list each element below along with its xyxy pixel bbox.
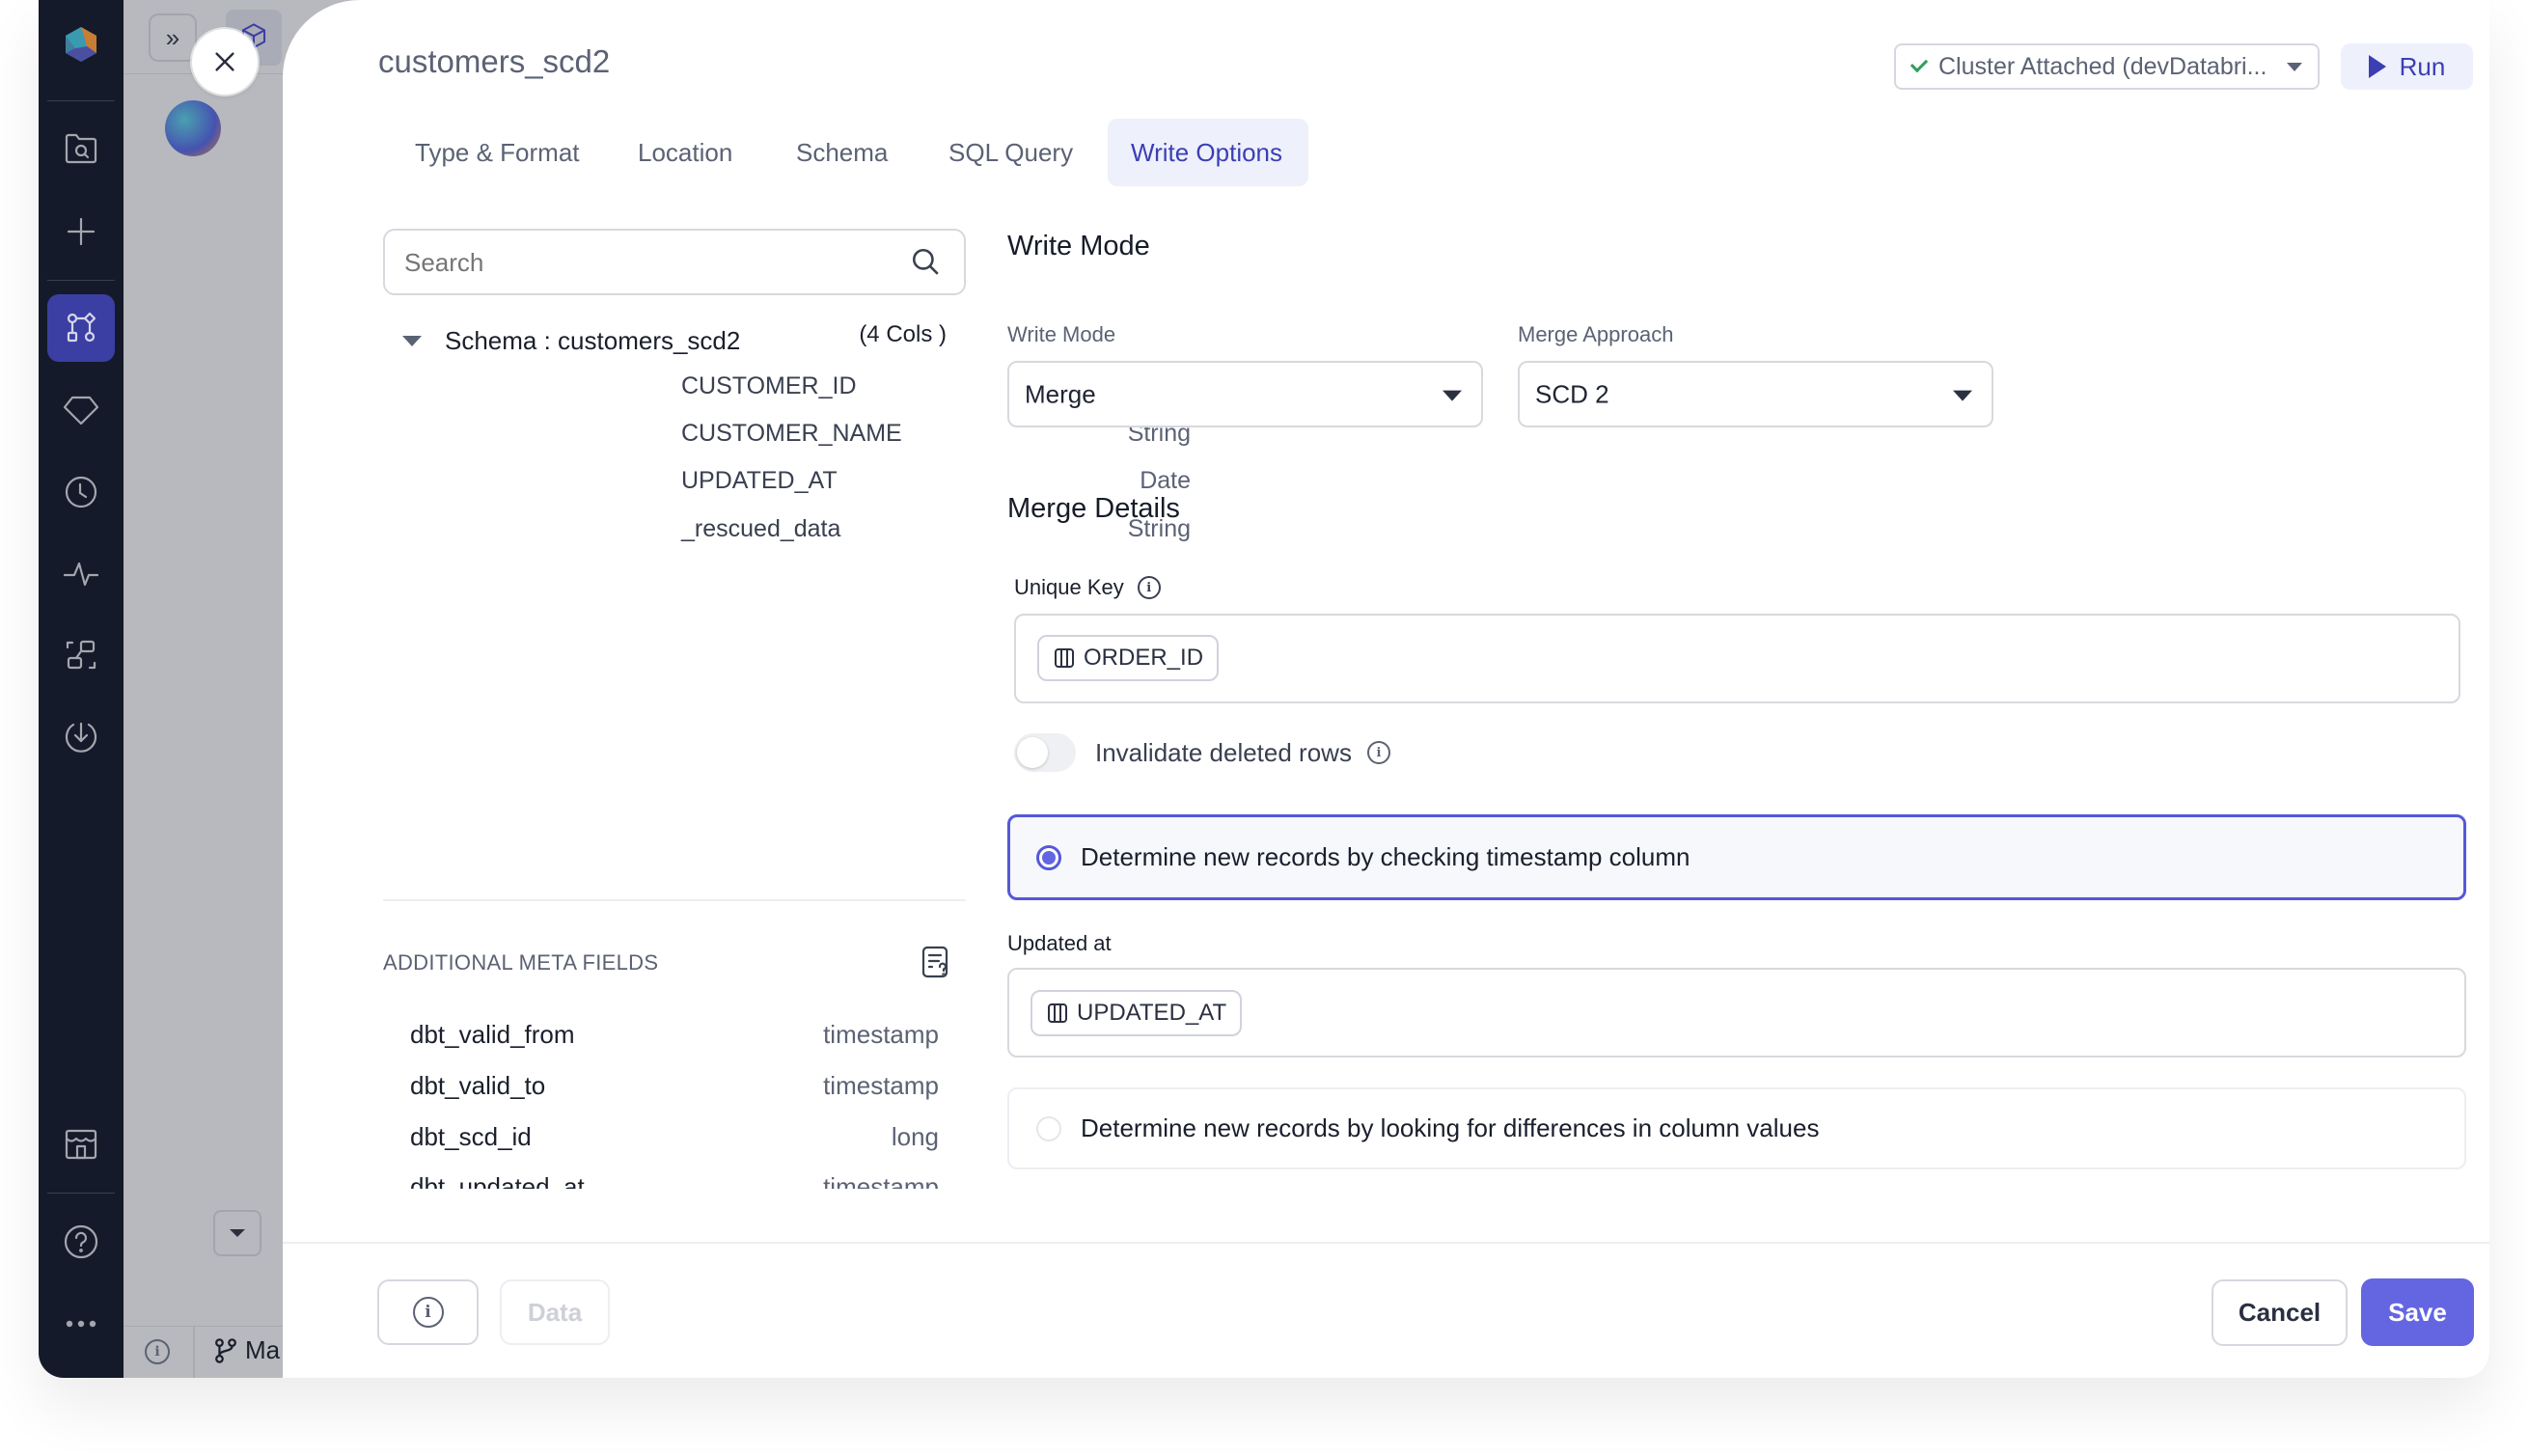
radio-unselected[interactable] xyxy=(1036,1115,1061,1141)
folder-search-icon[interactable] xyxy=(58,125,104,172)
info-icon[interactable]: i xyxy=(1137,576,1161,599)
schema-title: Schema : customers_scd2 xyxy=(445,325,741,355)
run-button[interactable]: Run xyxy=(2341,43,2473,90)
schema-header[interactable]: Schema : customers_scd2 (4 Cols ) xyxy=(402,321,962,360)
column-icon xyxy=(1055,648,1074,668)
gem-icon[interactable] xyxy=(58,386,104,432)
unique-key-input[interactable]: ORDER_ID xyxy=(1014,614,2460,703)
meta-field-row[interactable]: dbt_updated_at timestamp xyxy=(410,1168,939,1190)
store-icon[interactable] xyxy=(58,1121,104,1168)
project-avatar[interactable] xyxy=(165,100,221,156)
schema-col-count: (4 Cols ) xyxy=(859,321,947,347)
plus-icon[interactable] xyxy=(58,208,104,255)
data-button[interactable]: Data xyxy=(500,1279,610,1345)
panel-divider xyxy=(383,899,966,901)
unique-key-label-row: Unique Key i xyxy=(1014,575,1161,600)
column-chip[interactable]: ORDER_ID xyxy=(1037,635,1220,681)
tab-type-format[interactable]: Type & Format xyxy=(392,119,603,186)
invalidate-deleted-rows-toggle[interactable] xyxy=(1014,733,1076,772)
cluster-dropdown[interactable]: Cluster Attached (devDatabri... xyxy=(1894,43,2320,90)
search-input[interactable] xyxy=(383,229,966,295)
modal-title: customers_scd2 xyxy=(378,43,611,79)
branch-label: Ma xyxy=(245,1335,281,1364)
branch-selector[interactable]: Ma xyxy=(212,1335,280,1365)
cancel-button[interactable]: Cancel xyxy=(2212,1279,2348,1346)
meta-field-row[interactable]: dbt_scd_id long xyxy=(410,1117,939,1156)
column-chip[interactable]: UPDATED_AT xyxy=(1030,990,1243,1036)
write-mode-select[interactable]: Merge xyxy=(1007,361,1483,427)
close-icon xyxy=(215,52,234,71)
pulse-icon[interactable] xyxy=(58,550,104,596)
info-button[interactable]: i xyxy=(377,1279,479,1345)
more-dots-icon[interactable] xyxy=(58,1301,104,1347)
info-icon: i xyxy=(412,1297,444,1328)
meta-field-row[interactable]: dbt_valid_to timestamp xyxy=(410,1066,939,1105)
updated-at-input[interactable]: UPDATED_AT xyxy=(1007,968,2466,1058)
pipeline-graph-icon[interactable] xyxy=(47,294,115,362)
meta-field-row[interactable]: dbt_valid_from timestamp xyxy=(410,1015,939,1054)
chevron-down-icon xyxy=(1953,390,1972,401)
nav-sidebar xyxy=(39,0,124,1378)
meta-fields-title: ADDITIONAL META FIELDS xyxy=(383,950,659,975)
chevron-down-icon xyxy=(1443,390,1462,401)
play-icon xyxy=(2368,55,2386,78)
search-icon xyxy=(912,248,939,275)
check-icon xyxy=(1910,54,1929,73)
tab-location[interactable]: Location xyxy=(615,119,756,186)
hexagon-logo-icon[interactable] xyxy=(58,21,104,68)
footer-divider xyxy=(283,1242,2489,1244)
collapse-button[interactable] xyxy=(213,1210,261,1256)
lineage-icon[interactable] xyxy=(58,632,104,678)
info-icon[interactable]: i xyxy=(145,1339,170,1364)
tab-sql-query[interactable]: SQL Query xyxy=(925,119,1096,186)
merge-details-heading: Merge Details xyxy=(1007,493,1180,524)
save-button[interactable]: Save xyxy=(2361,1278,2474,1346)
close-modal-button[interactable] xyxy=(192,29,258,95)
updated-at-label: Updated at xyxy=(1007,931,1112,955)
tab-schema[interactable]: Schema xyxy=(773,119,911,186)
caret-down-icon xyxy=(402,335,422,346)
git-branch-icon xyxy=(215,1337,236,1363)
help-circle-icon[interactable] xyxy=(58,1219,104,1265)
tab-write-options[interactable]: Write Options xyxy=(1108,119,1308,186)
write-mode-heading: Write Mode xyxy=(1007,231,1150,261)
merge-approach-label: Merge Approach xyxy=(1518,322,1674,346)
merge-approach-select[interactable]: SCD 2 xyxy=(1518,361,1993,427)
option-diff-card[interactable]: Determine new records by looking for dif… xyxy=(1007,1087,2466,1169)
meta-fields-doc-icon[interactable] xyxy=(921,946,950,983)
dataset-config-modal: customers_scd2 Type & Format Location Sc… xyxy=(283,0,2489,1378)
chevron-down-icon xyxy=(2287,63,2302,71)
invalidate-toggle-row: Invalidate deleted rows i xyxy=(1014,733,1390,772)
write-mode-label: Write Mode xyxy=(1007,322,1116,346)
radio-selected[interactable] xyxy=(1036,844,1061,870)
cluster-status: Cluster Attached (devDatabri... xyxy=(1938,52,2267,80)
clock-icon[interactable] xyxy=(58,469,104,515)
info-icon[interactable]: i xyxy=(1366,741,1390,764)
app-window: » i Ma customers_scd2 Type & Format Loca… xyxy=(39,0,2489,1378)
expand-sidebar-button[interactable]: » xyxy=(149,14,197,62)
double-chevron-right-icon: » xyxy=(165,22,180,52)
column-icon xyxy=(1048,1003,1067,1023)
option-timestamp-card[interactable]: Determine new records by checking timest… xyxy=(1007,814,2466,900)
search-field[interactable] xyxy=(404,242,887,283)
download-circle-icon[interactable] xyxy=(58,712,104,758)
